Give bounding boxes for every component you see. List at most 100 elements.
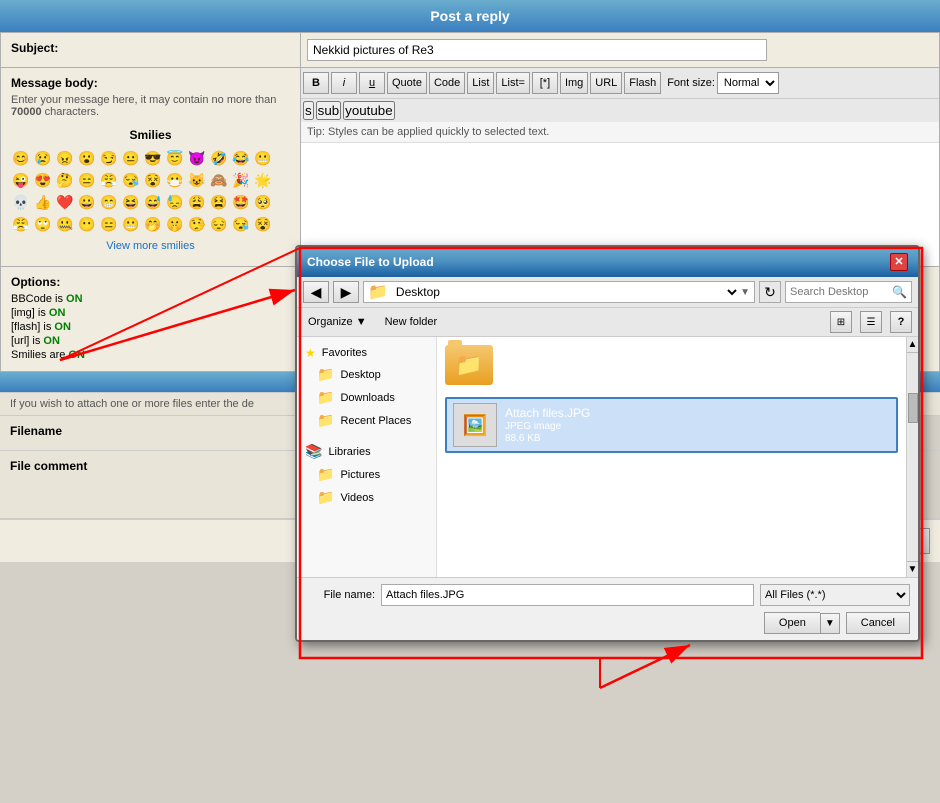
open-dropdown-button[interactable]: ▼	[820, 613, 840, 634]
back-button[interactable]: ◀	[303, 281, 329, 303]
dialog-scrollbar[interactable]: ▲ ▼	[906, 337, 918, 577]
smiley[interactable]: 🙄	[33, 214, 53, 234]
smiley[interactable]: 😇	[165, 148, 185, 168]
smiley[interactable]: 😎	[143, 148, 163, 168]
smiley[interactable]: 😓	[165, 192, 185, 212]
smiley[interactable]: 😫	[209, 192, 229, 212]
search-input[interactable]	[790, 286, 890, 298]
subscript-button[interactable]: sub	[316, 101, 342, 120]
smiley[interactable]: 😔	[209, 214, 229, 234]
font-size-select[interactable]: Normal	[717, 72, 779, 94]
folder-item[interactable]: 📁	[445, 345, 898, 385]
sidebar-recent-places[interactable]: 📁 Recent Places	[301, 409, 432, 432]
smiley[interactable]: 🤥	[187, 214, 207, 234]
file-size: 88.6 KB	[505, 433, 590, 444]
smiley[interactable]: 🥺	[253, 192, 273, 212]
dialog-filetype-select[interactable]: All Files (*.*)	[760, 584, 910, 606]
smiley[interactable]: 🤫	[165, 214, 185, 234]
view-list-button[interactable]: ☰	[860, 311, 882, 333]
forward-button[interactable]: ▶	[333, 281, 359, 303]
scroll-down-button[interactable]: ▼	[907, 561, 918, 577]
smiley[interactable]: 😬	[121, 214, 141, 234]
smiley[interactable]: 👍	[33, 192, 53, 212]
sidebar-desktop[interactable]: 📁 Desktop	[301, 363, 432, 386]
smiley[interactable]: 🤐	[55, 214, 75, 234]
smiley[interactable]: 😵	[253, 214, 273, 234]
sidebar-pictures[interactable]: 📁 Pictures	[301, 463, 432, 486]
smiley[interactable]: 😬	[253, 148, 273, 168]
smiley[interactable]: 😑	[99, 214, 119, 234]
scrollbar-thumb[interactable]	[908, 393, 918, 423]
list-button[interactable]: List	[467, 72, 494, 94]
smiley[interactable]: 😁	[99, 192, 119, 212]
open-button[interactable]: Open	[764, 612, 820, 634]
smiley[interactable]: 🤔	[55, 170, 75, 190]
smiley[interactable]: 😠	[55, 148, 75, 168]
new-folder-button[interactable]: New folder	[380, 313, 443, 331]
youtube-button[interactable]: youtube	[343, 101, 394, 120]
smiley[interactable]: 😏	[99, 148, 119, 168]
location-dropdown[interactable]: Desktop	[392, 281, 740, 303]
strikethrough-button[interactable]: s	[303, 101, 314, 120]
smiley[interactable]: 😪	[231, 214, 251, 234]
dialog-close-button[interactable]: ✕	[890, 253, 908, 271]
smiley[interactable]: 🌟	[253, 170, 273, 190]
message-label: Message body:	[11, 76, 290, 90]
smiley[interactable]: 😆	[121, 192, 141, 212]
favorites-section: ★ Favorites 📁 Desktop 📁 Downloads 📁 Rece…	[301, 343, 432, 432]
list-ordered-button[interactable]: List=	[496, 72, 530, 94]
smiley[interactable]: 😮	[77, 148, 97, 168]
scroll-up-button[interactable]: ▲	[907, 337, 918, 353]
smiley[interactable]: 🙈	[209, 170, 229, 190]
editor-toolbar-row2: s sub youtube	[301, 99, 939, 122]
smiley[interactable]: 😺	[187, 170, 207, 190]
dialog-cancel-button[interactable]: Cancel	[846, 612, 910, 634]
smiley[interactable]: 🎉	[231, 170, 251, 190]
smiley[interactable]: ❤️	[55, 192, 75, 212]
smiley[interactable]: 😑	[77, 170, 97, 190]
help-button[interactable]: ?	[890, 311, 912, 333]
smiley[interactable]: 🤩	[231, 192, 251, 212]
smiley[interactable]: 😶	[77, 214, 97, 234]
sidebar-libraries[interactable]: 📚 Libraries	[301, 440, 432, 463]
smiley[interactable]: 😂	[231, 148, 251, 168]
pictures-label: Pictures	[340, 469, 380, 481]
view-options-button[interactable]: ⊞	[830, 311, 852, 333]
organize-button[interactable]: Organize ▼	[303, 313, 372, 331]
smiley[interactable]: 😅	[143, 192, 163, 212]
dialog-filename-input[interactable]	[381, 584, 754, 606]
smiley[interactable]: 😷	[165, 170, 185, 190]
refresh-button[interactable]: ↻	[759, 281, 781, 303]
smiley[interactable]: 😵	[143, 170, 163, 190]
smilies-grid: 😊 😢 😠 😮 😏 😐 😎 😇 😈 🤣 😂 😬 😜 😍 🤔 😑	[11, 148, 290, 234]
url-button[interactable]: URL	[590, 72, 622, 94]
flash-button[interactable]: Flash	[624, 72, 661, 94]
code-button[interactable]: Code	[429, 72, 465, 94]
subject-input[interactable]	[307, 39, 767, 61]
file-item-attach[interactable]: 🖼️ Attach files.JPG JPEG image 88.6 KB	[445, 397, 898, 453]
smiley[interactable]: 😢	[33, 148, 53, 168]
smiley[interactable]: 🤣	[209, 148, 229, 168]
smiley[interactable]: 😩	[187, 192, 207, 212]
underline-button[interactable]: u	[359, 72, 385, 94]
img-button[interactable]: Img	[560, 72, 588, 94]
italic-button[interactable]: i	[331, 72, 357, 94]
special-button[interactable]: [*]	[532, 72, 558, 94]
smiley[interactable]: 😀	[77, 192, 97, 212]
smiley[interactable]: 😈	[187, 148, 207, 168]
smiley[interactable]: 😤	[11, 214, 31, 234]
smiley[interactable]: 🤭	[143, 214, 163, 234]
smiley[interactable]: 😜	[11, 170, 31, 190]
smiley[interactable]: 😤	[99, 170, 119, 190]
view-more-smilies-link[interactable]: View more smilies	[11, 240, 290, 252]
dialog-filename-row: File name: All Files (*.*)	[305, 584, 910, 606]
quote-button[interactable]: Quote	[387, 72, 427, 94]
smiley[interactable]: 😊	[11, 148, 31, 168]
smiley[interactable]: 😪	[121, 170, 141, 190]
sidebar-videos[interactable]: 📁 Videos	[301, 486, 432, 509]
bold-button[interactable]: B	[303, 72, 329, 94]
smiley[interactable]: 😐	[121, 148, 141, 168]
smiley[interactable]: 😍	[33, 170, 53, 190]
sidebar-downloads[interactable]: 📁 Downloads	[301, 386, 432, 409]
smiley[interactable]: 💀	[11, 192, 31, 212]
